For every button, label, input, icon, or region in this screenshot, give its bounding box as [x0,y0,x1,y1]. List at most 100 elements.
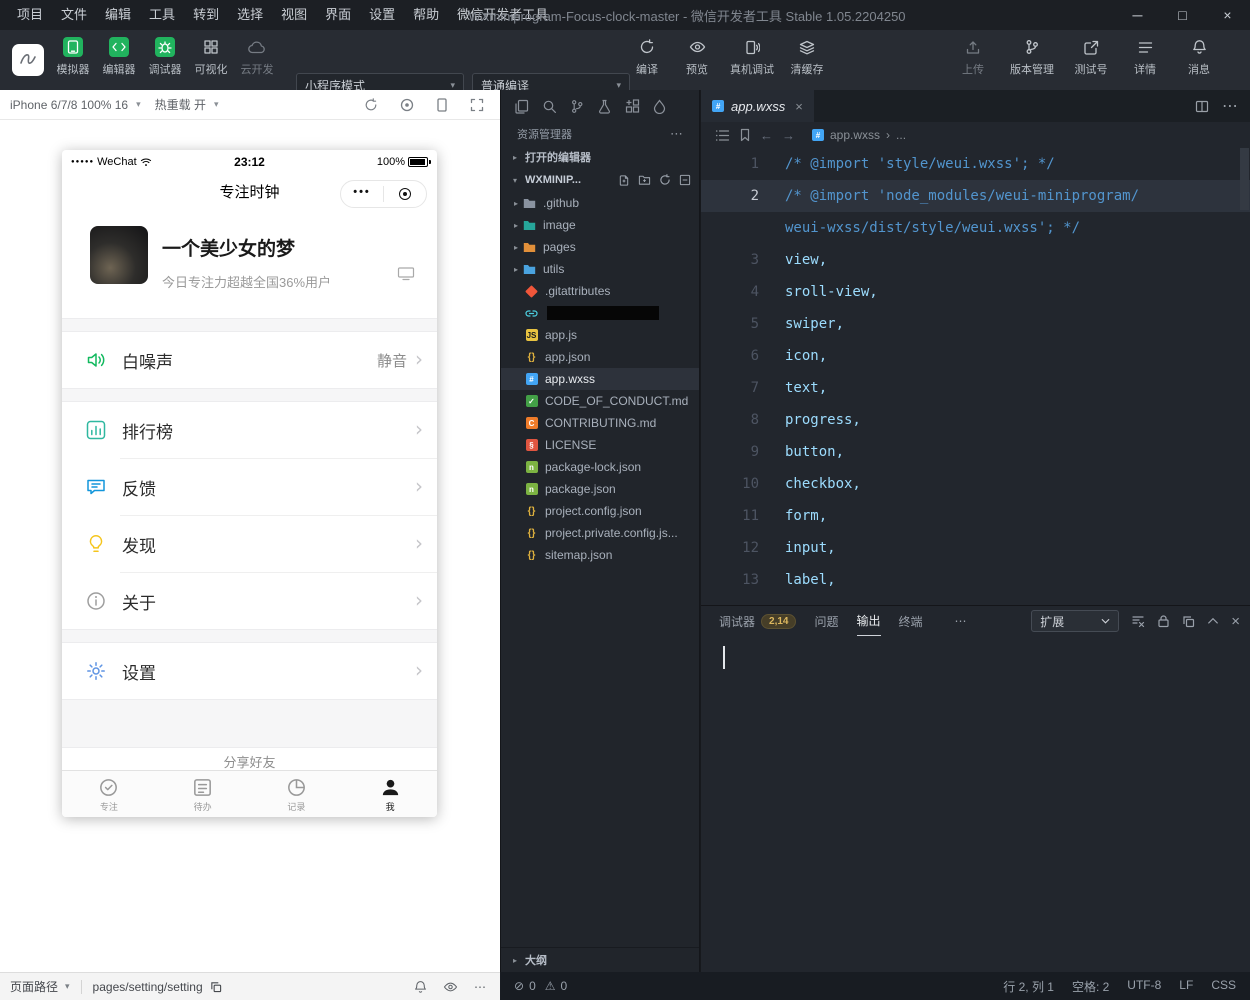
menubar-item-2[interactable]: 编辑 [96,0,140,30]
hot-reload-toggle[interactable]: 热重载 开 [155,96,206,113]
details-button[interactable]: 详情 [1128,37,1162,77]
back-icon[interactable]: ← [760,128,773,143]
menubar-item-5[interactable]: 选择 [228,0,272,30]
tree-item-project.private.config.js...[interactable]: {}project.private.config.js... [501,522,699,544]
tree-item-image[interactable]: ▸image [501,214,699,236]
new-folder-icon[interactable] [638,174,651,187]
search-icon[interactable] [542,99,557,114]
collapse-all-icon[interactable] [679,174,691,187]
code-line-wrap[interactable]: weui-wxss/dist/style/weui.wxss'; */ [701,212,1250,244]
files-icon[interactable] [514,99,529,114]
tree-item-CODE_OF_CONDUCT.md[interactable]: ✓CODE_OF_CONDUCT.md [501,390,699,412]
test-account-button[interactable]: 测试号 [1074,37,1108,77]
code-line-7[interactable]: 7text, [701,372,1250,404]
tab-me[interactable]: 我 [343,771,437,817]
page-path-label[interactable]: 页面路径 [10,978,58,995]
record-icon[interactable] [400,98,414,112]
minimize-icon[interactable]: ─ [1115,0,1160,30]
notifications-icon[interactable] [414,980,427,994]
list-item-discover[interactable]: 发现› [62,516,437,572]
menubar-item-1[interactable]: 文件 [52,0,96,30]
message-button[interactable]: 消息 [1182,37,1216,77]
tree-item-app.wxss[interactable]: #app.wxss [501,368,699,390]
close-tab-icon[interactable]: × [795,99,803,114]
menubar-item-6[interactable]: 视图 [272,0,316,30]
more-icon[interactable]: ⋯ [474,980,486,994]
encoding[interactable]: UTF-8 [1127,978,1161,995]
device-debug-button[interactable]: 真机调试 [730,37,774,77]
cloud-dev-button[interactable]: 云开发 [240,37,274,77]
tab-focus[interactable]: 专注 [62,771,156,817]
code-line-6[interactable]: 6icon, [701,340,1250,372]
tree-item-redacted[interactable] [501,302,699,324]
open-editors-section[interactable]: ▸ 打开的编辑器 [501,146,699,168]
code-line-13[interactable]: 13label, [701,564,1250,596]
profile-section[interactable]: 一个美少女的梦 今日专注力超越全国36%用户 [62,212,437,318]
code-line-4[interactable]: 4sroll-view, [701,276,1250,308]
list-item-ranking[interactable]: 排行榜› [62,402,437,458]
code-line-11[interactable]: 11form, [701,500,1250,532]
upload-button[interactable]: 上传 [956,37,990,77]
code-line-8[interactable]: 8progress, [701,404,1250,436]
preview-button[interactable]: 预览 [680,37,714,77]
project-root[interactable]: ▾ WXMINIP... [501,168,699,192]
code-line-9[interactable]: 9button, [701,436,1250,468]
breadcrumb[interactable]: # app.wxss › ... [812,128,906,142]
tab-todo[interactable]: 待办 [156,771,250,817]
version-button[interactable]: 版本管理 [1010,37,1054,77]
close-panel-icon[interactable]: × [1231,613,1240,630]
code-line-5[interactable]: 5swiper, [701,308,1250,340]
app-logo[interactable] [12,44,44,76]
outline-section[interactable]: ▸ 大纲 [501,947,699,972]
clear-cache-button[interactable]: 清缓存 [790,37,824,77]
tree-item-package.json[interactable]: npackage.json [501,478,699,500]
code-line-1[interactable]: 1/* @import 'style/weui.wxss'; */ [701,148,1250,180]
avatar[interactable] [90,226,148,284]
eye-icon[interactable] [443,981,458,993]
tree-item-CONTRIBUTING.md[interactable]: CCONTRIBUTING.md [501,412,699,434]
tree-item-utils[interactable]: ▸utils [501,258,699,280]
bookmark-icon[interactable] [739,128,751,142]
panel-tab-problems[interactable]: 问题 [814,606,838,636]
language-mode[interactable]: CSS [1211,978,1236,995]
menubar-item-7[interactable]: 界面 [316,0,360,30]
refresh-icon[interactable] [659,174,671,187]
visualizer-button[interactable]: 可视化 [194,37,228,77]
editor-tab-app-wxss[interactable]: # app.wxss × [701,90,814,122]
copy-icon[interactable] [1182,615,1195,628]
source-control-icon[interactable] [570,99,584,114]
simulator-button[interactable]: 模拟器 [56,37,90,77]
tree-item-sitemap.json[interactable]: {}sitemap.json [501,544,699,566]
debugger-button[interactable]: 调试器 [148,37,182,77]
panel-tab-debugger[interactable]: 调试器2,14 [719,606,796,636]
code-line-3[interactable]: 3view, [701,244,1250,276]
extension-select[interactable]: 扩展 [1031,610,1119,632]
extensions-icon[interactable] [625,99,640,114]
more-menu-icon[interactable]: ••• [341,186,383,202]
test-beaker-icon[interactable] [597,99,612,114]
page-path-value[interactable]: pages/setting/setting [93,980,203,994]
theme-drop-icon[interactable] [653,99,666,114]
editor-button[interactable]: 编辑器 [102,37,136,77]
tree-item-project.config.json[interactable]: {}project.config.json [501,500,699,522]
new-file-icon[interactable] [618,174,630,187]
device-select[interactable]: iPhone 6/7/8 100% 16 [10,98,128,112]
tree-item-app.json[interactable]: {}app.json [501,346,699,368]
cast-icon[interactable] [397,266,415,281]
close-icon[interactable]: × [1205,0,1250,30]
forward-icon[interactable]: → [782,128,795,143]
code-line-12[interactable]: 12input, [701,532,1250,564]
code-line-2[interactable]: 2/* @import 'node_modules/weui-miniprogr… [701,180,1250,212]
menubar-item-9[interactable]: 帮助 [404,0,448,30]
list-icon[interactable] [715,129,730,142]
list-item-feedback[interactable]: 反馈› [62,459,437,515]
eol-type[interactable]: LF [1179,978,1193,995]
cursor-position[interactable]: 行 2, 列 1 [1003,978,1054,995]
tree-item-.gitattributes[interactable]: .gitattributes [501,280,699,302]
tab-record[interactable]: 记录 [250,771,344,817]
tree-item-package-lock.json[interactable]: npackage-lock.json [501,456,699,478]
indentation[interactable]: 空格: 2 [1072,978,1109,995]
list-item-about[interactable]: 关于› [62,573,437,629]
clear-output-icon[interactable] [1131,614,1145,628]
lock-icon[interactable] [1157,614,1170,628]
